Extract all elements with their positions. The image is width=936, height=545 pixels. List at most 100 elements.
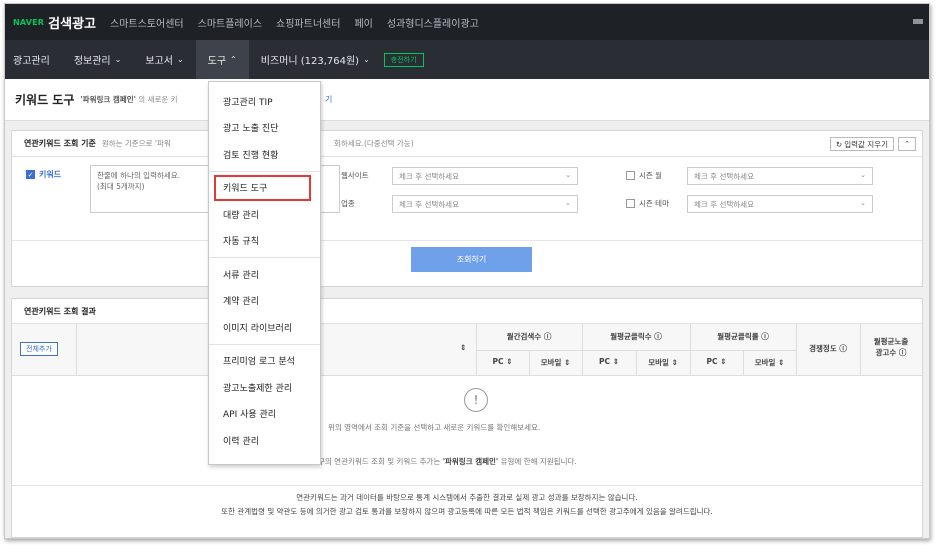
col-clicks-pc[interactable]: PC ⇕ <box>582 357 636 366</box>
nav-info-manage[interactable]: 정보관리 ⌄ <box>62 40 134 79</box>
col-monthly-search[interactable]: 월간검색수 ⓘ <box>476 331 582 342</box>
menu-item-bulk-manage[interactable]: 대량 관리 <box>209 201 320 228</box>
alert-icon: ! <box>464 388 488 412</box>
menu-item-contract-manage[interactable]: 계약 관리 <box>209 288 320 315</box>
industry-select-value: 체크 후 선택하세요 <box>399 199 459 209</box>
search-button[interactable]: 조회하기 <box>411 247 532 272</box>
col-ctr-pc[interactable]: PC ⇕ <box>690 357 743 366</box>
keyword-label: 키워드 <box>39 170 62 179</box>
app-window: NAVER 검색광고 스마트스토어센터 스마트플레이스 쇼핑파트너센터 페이 성… <box>4 3 930 539</box>
col-avg-ctr-label: 월평균클릭률 <box>717 332 759 341</box>
collapse-button[interactable]: ⌃ <box>898 137 916 151</box>
empty-message-2: 키워드 도구의 연관키워드 조회 및 키워드 추가는 '파워링크 캠페인' 유형… <box>288 456 577 467</box>
page-desc-bold: '파워링크 캠페인' <box>80 95 136 104</box>
website-select[interactable]: 체크 후 선택하세요 ⌄ <box>392 167 578 185</box>
season-month-checkbox[interactable] <box>626 171 635 180</box>
help-icon[interactable]: ⓘ <box>839 344 847 353</box>
empty-message-1: 위의 영역에서 조회 기준을 선택하고 새로운 키워드를 확인해보세요. <box>328 423 541 432</box>
col-avg-clicks[interactable]: 월평균클릭수 ⓘ <box>582 331 690 342</box>
results-panel: 연관키워드 조회 결과 전체추가 ⇕ 월간검색수 ⓘ 월평균클릭수 ⓘ 월평균클… <box>11 298 923 538</box>
menu-item-ad-exposure-diagnosis[interactable]: 광고 노출 진단 <box>209 115 320 142</box>
top-link-smartplace[interactable]: 스마트플레이스 <box>198 15 262 30</box>
nav-bizmoney[interactable]: 비즈머니 (123,764원) ⌄ <box>249 40 382 79</box>
page-title: 키워드 도구 <box>15 93 75 107</box>
menu-item-auto-rules[interactable]: 자동 규칙 <box>209 228 320 255</box>
col-clicks-mobile[interactable]: 모바일 ⇕ <box>636 357 690 368</box>
keyword-checkbox-row[interactable]: ✓ 키워드 <box>26 169 61 180</box>
top-link-pay[interactable]: 페이 <box>354 15 372 30</box>
results-empty-state: ! 위의 영역에서 조회 기준을 선택하고 새로운 키워드를 확인해보세요. 키… <box>12 376 922 486</box>
page-link[interactable]: 기 <box>325 94 332 105</box>
menu-item-exposure-limit[interactable]: 광고노출제한 관리 <box>209 374 320 401</box>
sort-icon[interactable]: ⇕ <box>460 343 466 352</box>
help-icon[interactable]: ⓘ <box>654 332 662 341</box>
keyword-checkbox[interactable]: ✓ <box>26 170 35 179</box>
season-month-select-value: 체크 후 선택하세요 <box>694 171 754 181</box>
search-row: 조회하기 <box>12 241 922 281</box>
criteria-panel: 연관키워드 조회 기준 원하는 기준으로 '파워 회하세요.(다중선택 가능) … <box>11 130 923 287</box>
season-theme-checkbox[interactable] <box>626 199 635 208</box>
col-search-mobile-label: 모바일 <box>540 358 562 367</box>
reset-input-button[interactable]: ↻ 입력값 지우기 <box>829 137 894 151</box>
chevron-down-icon: ⌄ <box>363 55 370 64</box>
top-link-shopping-partner[interactable]: 쇼핑파트너센터 <box>276 15 340 30</box>
col-clicks-mobile-label: 모바일 <box>648 358 669 367</box>
chevron-up-icon: ⌃ <box>230 55 237 64</box>
top-link-display-ad[interactable]: 성과형디스플레이광고 <box>387 15 479 30</box>
menu-item-document-manage[interactable]: 서류 관리 <box>209 261 320 288</box>
search-ad-title[interactable]: 검색광고 <box>48 13 96 32</box>
menu-item-review-status[interactable]: 검토 진행 현황 <box>209 141 320 168</box>
nav-tools[interactable]: 도구 ⌃ <box>195 40 249 79</box>
naver-logo[interactable]: NAVER <box>13 18 44 27</box>
menu-item-keyword-tool[interactable]: 키워드 도구 <box>214 174 311 201</box>
nav-ad-manage[interactable]: 광고관리 <box>5 40 62 79</box>
col-ctr-mobile[interactable]: 모바일 ⇕ <box>743 357 796 368</box>
season-month-label: 시즌 월 <box>639 171 663 180</box>
col-clicks-pc-label: PC <box>599 357 611 366</box>
criteria-title: 연관키워드 조회 기준 <box>24 139 96 148</box>
page-header: 키워드 도구 '파워링크 캠페인' 의 새로운 키 기 <box>5 79 929 121</box>
nav-label: 정보관리 <box>73 56 111 67</box>
col-search-pc-label: PC <box>492 357 504 366</box>
page-desc-text: 의 새로운 키 <box>138 95 178 104</box>
help-icon[interactable]: ⓘ <box>761 332 769 341</box>
charge-button[interactable]: 충전하기 <box>383 52 424 67</box>
menu-item-image-library[interactable]: 이미지 라이브러리 <box>209 314 320 341</box>
menu-item-api-usage[interactable]: API 사용 관리 <box>209 401 320 428</box>
chevron-down-icon: ⌄ <box>565 199 571 207</box>
col-competition[interactable]: 경쟁정도 ⓘ <box>796 343 860 354</box>
menu-icon[interactable] <box>913 19 923 24</box>
season-theme-select[interactable]: 체크 후 선택하세요 ⌄ <box>687 195 873 213</box>
menu-item-history[interactable]: 이력 관리 <box>209 427 320 454</box>
menu-item-premium-log[interactable]: 프리미엄 로그 분석 <box>209 348 320 375</box>
empty-msg-bold: '파워링크 캠페인' <box>442 457 499 466</box>
col-ctr-mobile-label: 모바일 <box>754 358 776 367</box>
col-search-pc[interactable]: PC ⇕ <box>476 357 529 366</box>
disclaimer-line-2: 또한 관계법령 및 약관도 등에 의거한 광고 검토 통과를 보장하지 않으며 … <box>221 507 713 516</box>
col-search-mobile[interactable]: 모바일 ⇕ <box>529 357 582 368</box>
nav-label: 광고관리 <box>13 56 50 67</box>
help-icon[interactable]: ⓘ <box>899 348 907 357</box>
menu-divider <box>209 343 320 345</box>
nav-reports[interactable]: 보고서 ⌄ <box>133 40 195 79</box>
help-icon[interactable]: ⓘ <box>544 332 552 341</box>
website-select-value: 체크 후 선택하세요 <box>399 171 459 181</box>
season-theme-row[interactable]: 시즌 테마 <box>626 198 669 209</box>
col-avg-ad-count-label-1: 월평균노출 <box>873 337 909 346</box>
season-month-select[interactable]: 체크 후 선택하세요 ⌄ <box>687 167 873 185</box>
col-ctr-pc-label: PC <box>706 357 718 366</box>
col-competition-label: 경쟁정도 <box>809 344 837 353</box>
top-link-smartstore[interactable]: 스마트스토어센터 <box>110 15 184 30</box>
season-theme-label: 시즌 테마 <box>639 199 669 208</box>
chevron-down-icon: ⌄ <box>860 199 866 207</box>
season-month-row[interactable]: 시즌 월 <box>626 170 662 181</box>
chevron-down-icon: ⌄ <box>565 171 571 179</box>
col-avg-ctr[interactable]: 월평균클릭률 ⓘ <box>690 331 796 342</box>
col-avg-ad-count[interactable]: 월평균노출 광고수 ⓘ <box>860 336 922 358</box>
results-header: 연관키워드 조회 결과 <box>12 299 922 324</box>
menu-item-ad-tips[interactable]: 광고관리 TIP <box>209 88 320 115</box>
chevron-up-icon: ⌃ <box>904 140 910 148</box>
add-all-button[interactable]: 전체추가 <box>20 342 58 356</box>
industry-select[interactable]: 체크 후 선택하세요 ⌄ <box>392 195 578 213</box>
nav-label: 도구 <box>207 56 227 67</box>
